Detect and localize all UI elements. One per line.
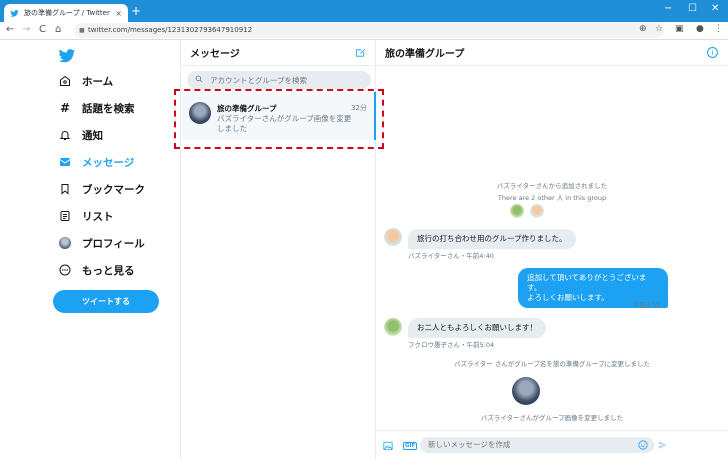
conversation-item[interactable]: 旅の準備グループ 32分 バズライターさんがグループ画像を変更しました [182, 92, 376, 140]
emoji-icon[interactable] [638, 440, 648, 453]
list-icon [58, 209, 72, 223]
image-icon[interactable] [383, 441, 393, 454]
messages-column: メッセージ 旅の準備グループ 32分 バズライターさんがグループ画像を変更しまし… [180, 40, 376, 460]
more-icon [58, 263, 72, 277]
star-icon[interactable]: ☆ [655, 24, 663, 34]
conversation-time: 32分 [351, 104, 367, 112]
reload-button[interactable]: C [39, 24, 46, 35]
hashtag-icon: # [59, 101, 71, 115]
home-icon [58, 74, 72, 88]
nav-lists[interactable]: リスト [58, 207, 114, 225]
menu-dots-icon[interactable]: ⋮ [714, 24, 723, 34]
bell-icon [58, 128, 72, 142]
search-icon [195, 75, 203, 85]
message-input[interactable] [420, 437, 654, 453]
nav-explore[interactable]: # 話題を検索 [58, 99, 135, 117]
nav-profile-label: プロフィール [82, 237, 145, 250]
search-input[interactable] [210, 75, 360, 85]
member-avatar[interactable] [530, 204, 544, 218]
nav-lists-label: リスト [82, 210, 114, 223]
nav-explore-label: 話題を検索 [82, 102, 135, 115]
user-avatar[interactable] [384, 318, 402, 336]
nav-home[interactable]: ホーム [58, 72, 113, 90]
nav-messages-label: メッセージ [82, 156, 135, 169]
nav-notifications-label: 通知 [82, 129, 103, 142]
messages-title: メッセージ [190, 49, 240, 60]
profile-avatar [58, 236, 72, 250]
browser-titlebar: 旅の準備グループ / Twitter × + − ☐ ✕ [0, 0, 728, 22]
envelope-icon [58, 155, 72, 169]
tweet-button[interactable]: ツイートする [53, 290, 159, 313]
twitter-app: ホーム # 話題を検索 通知 メッセージ ブックマーク リスト プロフィール も… [0, 40, 728, 460]
chat-column: 旅の準備グループ i バズライターさんから追加されました There are 2… [376, 40, 728, 460]
url-field[interactable]: ■ twitter.com/messages/12313027936479109… [74, 23, 664, 38]
bookmark-icon [58, 182, 72, 196]
nav-more[interactable]: もっと見る [58, 261, 135, 279]
account-icon[interactable]: ● [696, 24, 704, 34]
group-avatar [189, 102, 211, 124]
message-bubble-incoming: お二人ともよろしくお願いします！ [408, 318, 546, 338]
nav-more-label: もっと見る [82, 264, 135, 277]
address-bar-row: ← → C ⌂ ■ twitter.com/messages/123130279… [0, 22, 728, 40]
nav-bookmarks-label: ブックマーク [82, 183, 145, 196]
user-avatar[interactable] [384, 228, 402, 246]
new-message-icon[interactable] [355, 47, 366, 61]
zoom-icon[interactable]: ⊕ [639, 24, 647, 34]
home-button[interactable]: ⌂ [55, 24, 61, 35]
member-avatar[interactable] [510, 204, 524, 218]
lock-icon: ■ [79, 27, 85, 34]
system-members: There are 2 other 人 in this group [497, 194, 607, 202]
maximize-button[interactable]: ☐ [688, 3, 697, 14]
message-line: 追加して頂いてありがとうございます。 [527, 273, 647, 292]
message-meta: 午前4:58 ✓ [632, 301, 668, 309]
nav-notifications[interactable]: 通知 [58, 126, 103, 144]
send-icon[interactable] [658, 440, 668, 453]
forward-button[interactable]: → [22, 24, 30, 35]
new-tab-button[interactable]: + [131, 5, 141, 17]
conversation-preview: バズライターさんがグループ画像を変更しました [217, 114, 352, 133]
composer: GIF [376, 430, 728, 460]
gif-icon[interactable]: GIF [403, 442, 418, 450]
twitter-logo-icon[interactable] [58, 49, 76, 63]
url-text: twitter.com/messages/1231302793647910912 [88, 26, 253, 34]
left-nav: ホーム # 話題を検索 通知 メッセージ ブックマーク リスト プロフィール も… [0, 40, 180, 460]
nav-bookmarks[interactable]: ブックマーク [58, 180, 145, 198]
system-renamed: バズライター さんがグループ名を旅の準備グループに変更しました [453, 360, 651, 368]
nav-home-label: ホーム [82, 75, 114, 88]
message-meta: フクロウ愚子さん・午前5:04 [408, 341, 495, 349]
chat-header: 旅の準備グループ [376, 40, 728, 66]
system-added: バズライターさんから追加されました [496, 182, 608, 190]
message-bubble-incoming: 旅行の打ち合わせ用のグループ作りました。 [408, 229, 576, 249]
tab-close-icon[interactable]: × [115, 9, 122, 18]
close-window-button[interactable]: ✕ [711, 3, 719, 14]
tab-title: 旅の準備グループ / Twitter [24, 9, 110, 17]
twitter-favicon-icon [10, 9, 19, 18]
browser-tab[interactable]: 旅の準備グループ / Twitter × [4, 4, 128, 22]
chat-title: 旅の準備グループ [385, 49, 465, 60]
info-icon[interactable]: i [707, 47, 718, 58]
extension-icon[interactable]: ▣ [675, 24, 684, 34]
messages-header: メッセージ [181, 40, 375, 66]
conversation-name: 旅の準備グループ [217, 104, 277, 113]
nav-profile[interactable]: プロフィール [58, 234, 145, 252]
back-button[interactable]: ← [6, 24, 14, 35]
search-box[interactable] [187, 71, 371, 89]
message-meta: バズライターさん・午前4:40 [408, 252, 494, 260]
nav-messages[interactable]: メッセージ [58, 153, 134, 171]
minimize-button[interactable]: − [664, 3, 672, 14]
system-image-changed: バズライターさんがグループ画像を変更しました [480, 414, 624, 422]
group-image [512, 377, 540, 405]
